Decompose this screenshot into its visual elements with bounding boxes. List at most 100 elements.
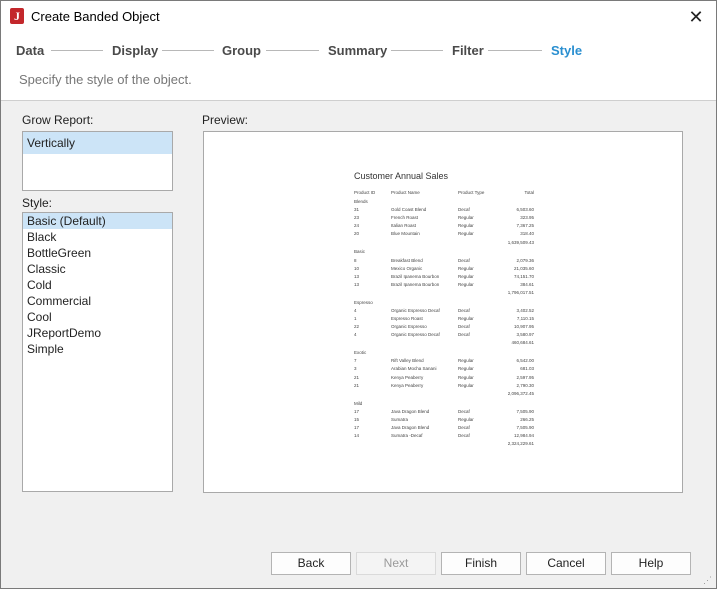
report-cell: 23 [354,215,360,221]
report-detail-row: 4 Organic Espresso Decaf Decaf 3,402.52 [354,307,534,314]
report-cell: 15 [354,416,360,422]
report-cell: Sumatra -Decaf [391,433,423,438]
report-cell: 8 [354,257,357,263]
report-cell: Breakfast Blend [391,257,423,263]
report-total-value: 2,096,372.45 [507,390,534,396]
report-group-label: Exotic [354,350,367,356]
report-cell: Regular [458,265,474,271]
report-cell: Decaf [458,307,470,313]
step-divider [162,50,214,51]
report-cell: 12,984.94 [513,433,534,438]
step-style[interactable]: Style [551,43,582,58]
report-cell: 266.25 [520,416,534,422]
list-item[interactable]: Black [23,229,172,245]
report-cell: Decaf [458,408,470,414]
report-detail-row: 4 Organic Espresso Decaf Decaf 3,580.97 [354,331,534,338]
report-total-value: 460,684.61 [511,340,534,346]
report-detail-row: 15 Sumatra Regular 266.25 [354,416,534,423]
grow-report-list[interactable]: Vertically [22,131,173,191]
preview-panel: Customer Annual Sales Product ID Product… [203,131,683,493]
report-cell: Decaf [458,324,470,330]
report-detail-row: 13 Brazil Ipanema Bourbon Regular 74,151.70 [354,273,534,280]
report-cell: 318.40 [520,231,534,237]
finish-button[interactable]: Finish [441,552,521,575]
report-header-cell: Product Type [458,190,485,195]
report-total-row: 460,684.61 [354,339,534,346]
report-cell: Gold Coast Blend [391,207,427,213]
step-summary[interactable]: Summary [328,43,387,58]
report-cell: Brazil Ipanema Bourbon [391,273,440,279]
resize-grip-icon[interactable]: ⋰ [703,575,713,585]
step-display[interactable]: Display [112,43,158,58]
report-detail-row: 22 Organic Espresso Decaf 10,907.95 [354,323,534,330]
list-item[interactable]: Simple [23,341,172,357]
step-data[interactable]: Data [16,43,44,58]
preview-label: Preview: [202,113,249,127]
step-group[interactable]: Group [222,43,261,58]
report-cell: Kenya Peaberry [391,374,424,380]
report-detail-row: 3 Arabian Mocha Sanani Regular 681.03 [354,365,534,372]
report-detail-row: 1 Espresso Roast Regular 7,110.15 [354,315,534,322]
report-header-cell: Product ID [354,190,376,195]
report-cell: 3,402.52 [516,307,534,313]
report-cell: 7,505.90 [516,408,534,414]
report-cell: 323.95 [520,215,534,221]
list-item[interactable]: Commercial [23,293,172,309]
list-item[interactable]: Vertically [23,132,172,154]
report-cell: Regular [458,231,474,237]
report-total-row: 1,796,017.51 [354,289,534,296]
report-cell: 10,907.95 [513,324,534,330]
report-cell: 2,079.36 [516,257,534,263]
report-cell: Organic Espresso [391,324,427,330]
cancel-button[interactable]: Cancel [526,552,606,575]
report-cell: Arabian Mocha Sanani [391,366,437,372]
next-button[interactable]: Next [356,552,436,575]
close-icon[interactable]: ✕ [682,5,710,29]
report-cell: Rift Valley Blend [391,358,424,364]
report-cell: Regular [458,416,474,422]
step-divider [391,50,443,51]
report-total-row: 2,096,372.45 [354,390,534,397]
report-cell: 3,580.97 [516,332,534,338]
report-group-row: Mild [354,400,534,407]
report-total-value: 1,639,509.43 [507,239,534,245]
app-icon: J [10,8,24,24]
report-group-row: Basic [354,248,534,255]
report-total-row: 1,639,509.43 [354,239,534,246]
report-group-label: Blends [354,199,368,204]
wizard-steps: Data Display Group Summary Filter Style … [1,32,716,101]
help-button[interactable]: Help [611,552,691,575]
report-group-row: Blends [354,198,534,205]
report-cell: Organic Espresso Decaf [391,307,440,313]
report-cell: 21 [354,374,360,380]
report-detail-row: 8 Breakfast Blend Decaf 2,079.36 [354,257,534,264]
list-item[interactable]: Basic (Default) [23,213,172,229]
report-cell: Decaf [458,257,470,263]
report-detail-row: 17 Java Dragon Blend Decaf 7,505.90 [354,408,534,415]
report-cell: 7,505.90 [516,424,534,430]
report-cell: Decaf [458,433,470,438]
report-cell: 17 [354,408,360,414]
report-cell: 21 [354,382,360,388]
title-bar: J Create Banded Object ✕ [1,1,716,32]
report-detail-row: 13 Brazil Ipanema Bourbon Regular 384.61 [354,281,534,288]
report-total-value: 2,324,229.61 [507,441,534,447]
report-total-row: 2,324,229.61 [354,440,534,447]
list-item[interactable]: Classic [23,261,172,277]
report-cell: 21,035.60 [513,265,534,271]
report-cell: Espresso Roast [391,316,423,321]
report-cell: Regular [458,316,474,321]
step-filter[interactable]: Filter [452,43,484,58]
list-item[interactable]: Cool [23,309,172,325]
report-cell: 20 [354,231,360,237]
step-divider [51,50,103,51]
report-detail-row: 7 Rift Valley Blend Regular 6,542.00 [354,357,534,364]
report-cell: 7,110.15 [516,316,534,321]
list-item[interactable]: JReportDemo [23,325,172,341]
list-item[interactable]: BottleGreen [23,245,172,261]
list-item[interactable]: Cold [23,277,172,293]
back-button[interactable]: Back [271,552,351,575]
style-list[interactable]: Basic (Default) Black BottleGreen Classi… [22,212,173,492]
report-header-row: Product ID Product Name Product Type Tot… [354,189,534,196]
window-title: Create Banded Object [31,9,160,24]
